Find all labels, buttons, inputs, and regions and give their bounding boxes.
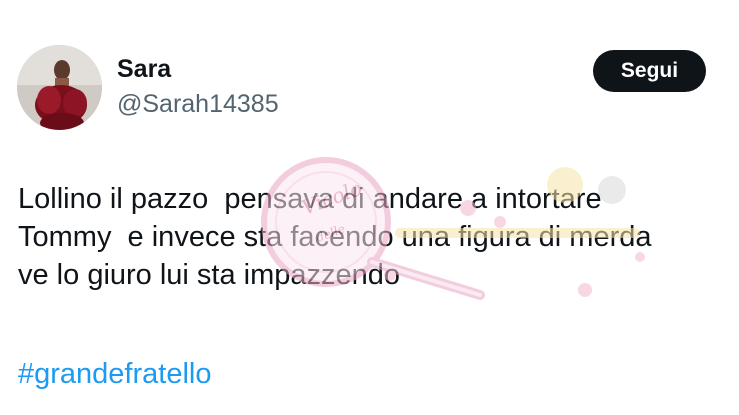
tweet-line: Lollino il pazzo pensava di andare a int… [18, 183, 602, 215]
hashtag-link[interactable]: #grandefratello [18, 355, 211, 393]
avatar[interactable] [17, 45, 102, 130]
follow-button[interactable]: Segui [593, 50, 706, 92]
display-name[interactable]: Sara [117, 54, 171, 84]
user-handle[interactable]: @Sarah14385 [117, 89, 279, 119]
tweet-line: Tommy e invece sta facendo una figura di… [18, 221, 652, 253]
avatar-photo [17, 45, 102, 130]
tweet-text: Lollino il pazzo pensava di andare a int… [18, 180, 733, 294]
tweet-card: Sara @Sarah14385 Segui Lollino il pazzo … [0, 0, 739, 415]
tweet-line: ve lo giuro lui sta impazzendo [18, 259, 401, 291]
